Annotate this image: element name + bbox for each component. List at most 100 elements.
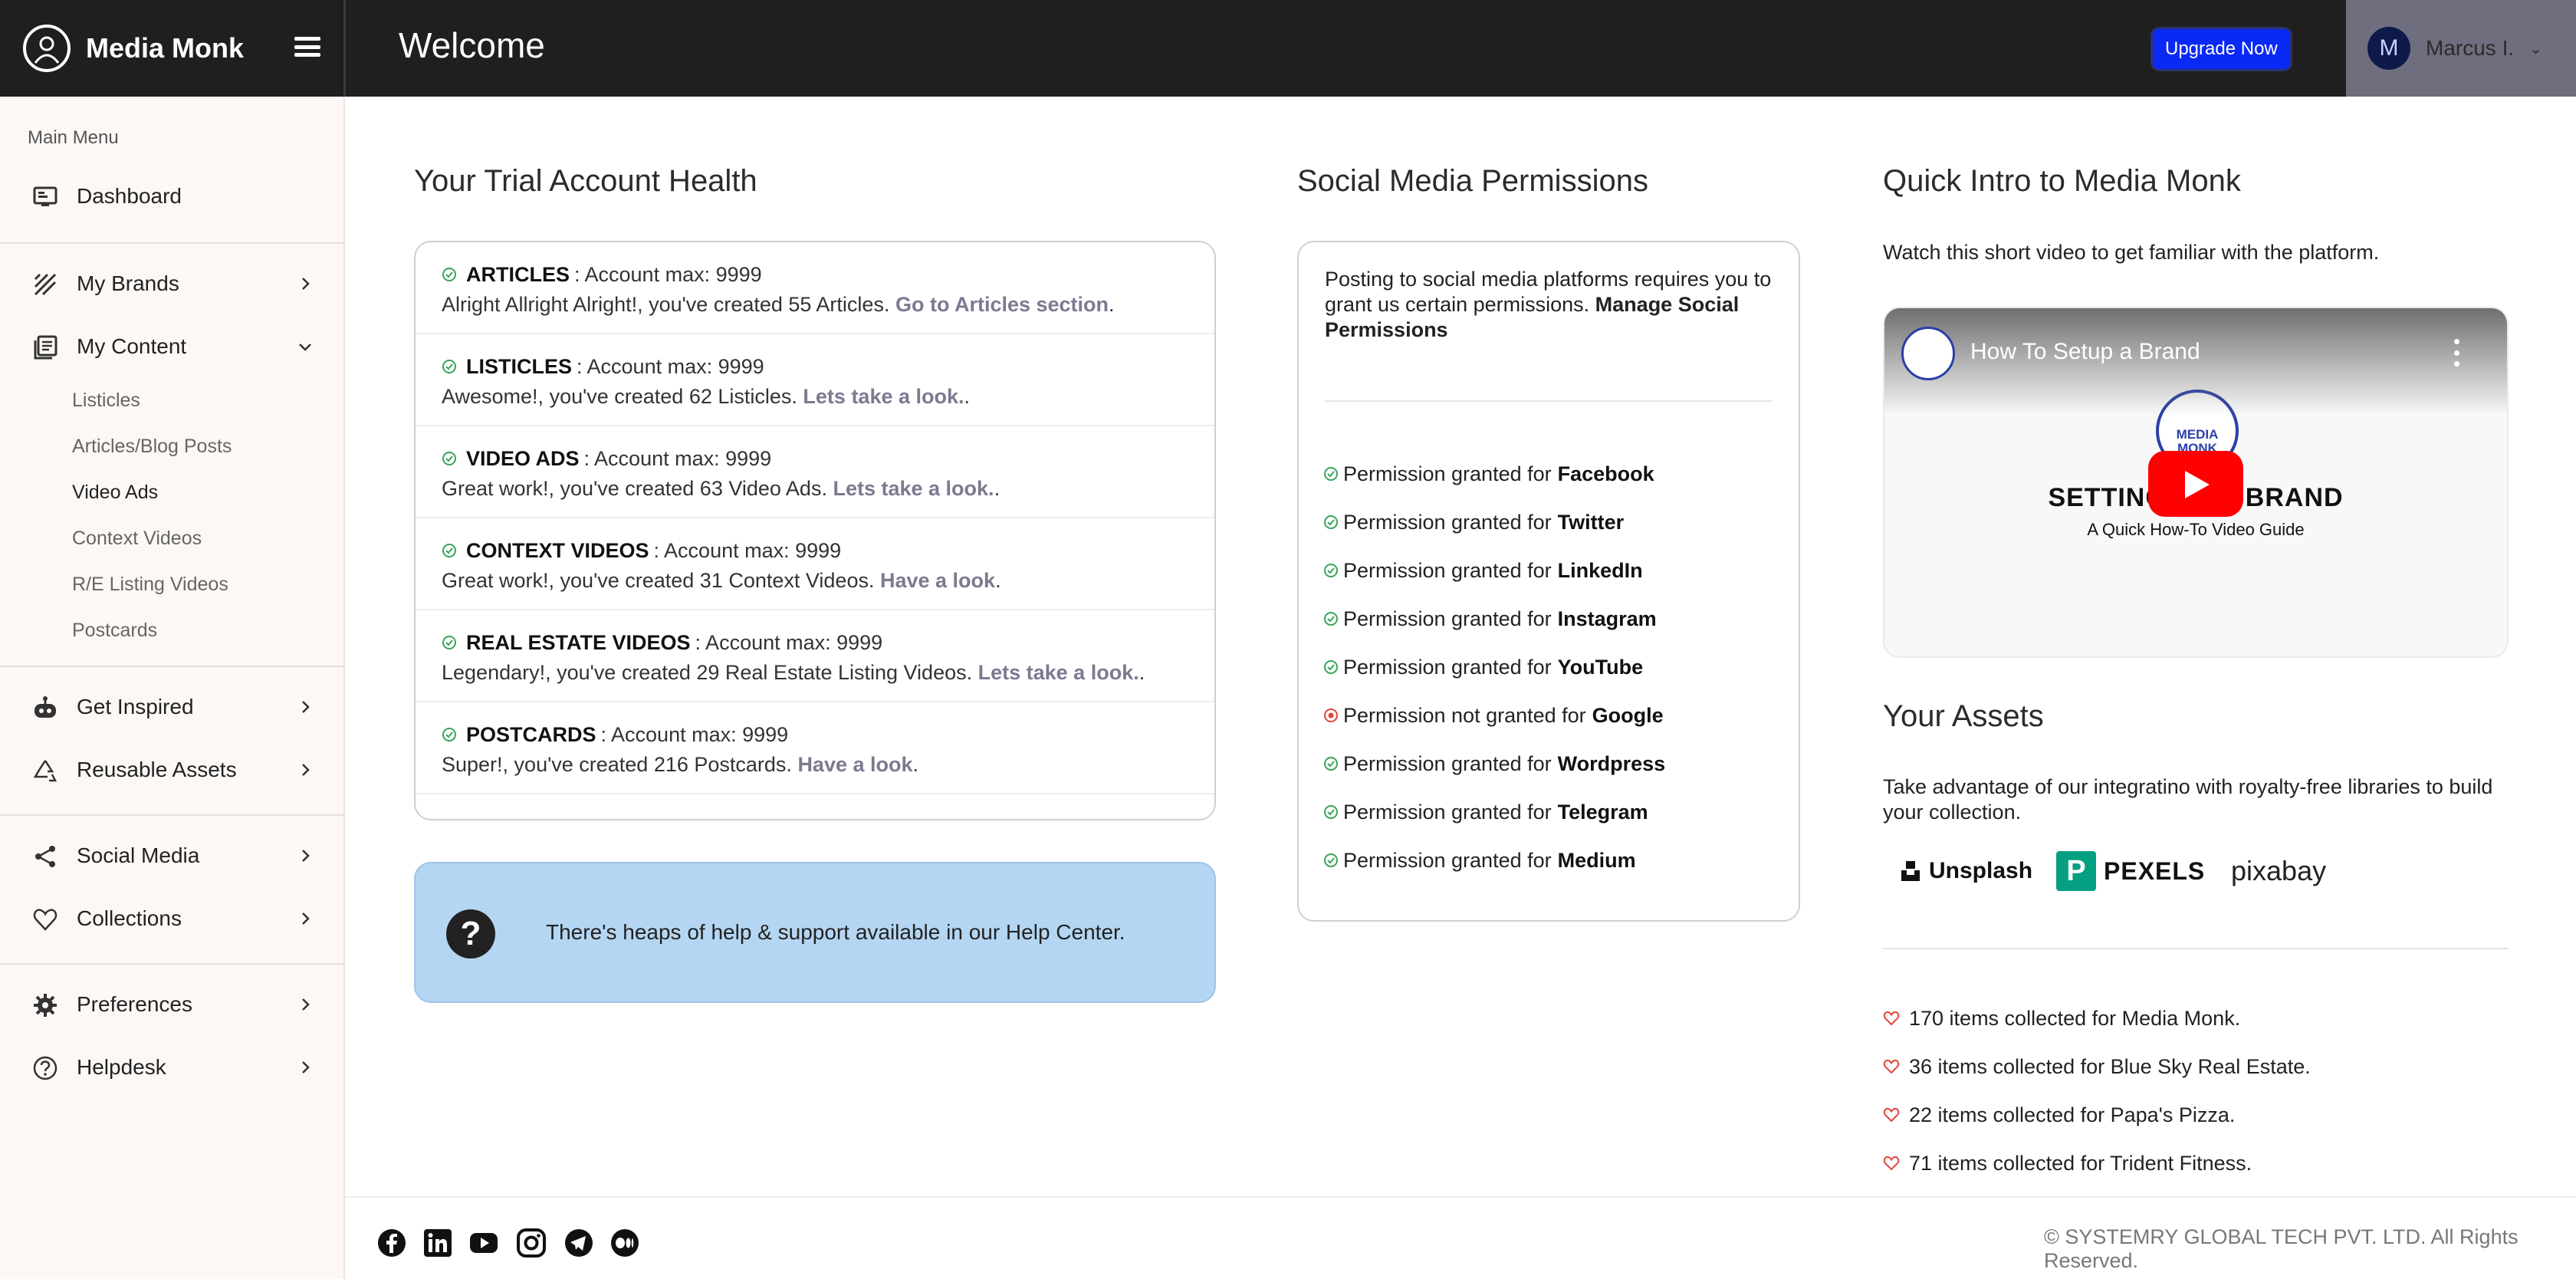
- check-circle-icon: [1324, 757, 1338, 771]
- sidebar-item-preferences[interactable]: Preferences: [0, 980, 345, 1029]
- permission-text: Permission granted for: [1343, 607, 1552, 630]
- user-menu[interactable]: M Marcus I. ⌄: [2346, 0, 2576, 97]
- chevron-right-icon: [302, 278, 310, 290]
- check-circle-icon: [1324, 515, 1338, 529]
- articles-link[interactable]: Go to Articles section: [895, 293, 1109, 316]
- facebook-icon[interactable]: [377, 1228, 406, 1258]
- health-row-articles: ARTICLES: Account max: 9999 Alright Allr…: [416, 242, 1214, 334]
- pexels-icon: P: [2056, 851, 2096, 891]
- collection-row[interactable]: 36 items collected for Blue Sky Real Est…: [1883, 1051, 2311, 1082]
- pexels-logo[interactable]: P PEXELS: [2056, 850, 2205, 893]
- help-center-banner[interactable]: ? There's heaps of help & support availa…: [414, 862, 1216, 1003]
- health-row-listicles: LISTICLES: Account max: 9999 Awesome!, y…: [416, 334, 1214, 426]
- medium-icon[interactable]: [610, 1228, 639, 1258]
- menu-heading: Main Menu: [28, 127, 119, 148]
- sidebar-item-dashboard[interactable]: Dashboard: [0, 172, 345, 221]
- sidebar-item-social-media[interactable]: Social Media: [0, 831, 345, 880]
- page-title: Welcome: [399, 25, 545, 65]
- sidebar-item-label: Social Media: [77, 843, 200, 867]
- sidebar-sub-postcards[interactable]: Postcards: [72, 620, 157, 642]
- permission-platform: LinkedIn: [1557, 558, 1643, 582]
- chevron-right-icon: [302, 1061, 310, 1074]
- intro-video-player[interactable]: MEDIAMONK SETTING UP A BRAND A Quick How…: [1883, 307, 2509, 658]
- postcards-link[interactable]: Have a look: [797, 753, 912, 776]
- sidebar-sub-articles[interactable]: Articles/Blog Posts: [72, 436, 232, 458]
- sidebar-divider: [0, 814, 345, 816]
- instagram-icon[interactable]: [517, 1228, 546, 1258]
- linkedin-icon[interactable]: [423, 1228, 452, 1258]
- sidebar-item-label: Collections: [77, 906, 182, 930]
- permission-platform: Medium: [1557, 848, 1636, 872]
- pexels-label: PEXELS: [2104, 857, 2206, 885]
- real-estate-videos-link[interactable]: Lets take a look.: [978, 661, 1139, 684]
- health-title: Your Trial Account Health: [414, 164, 757, 198]
- question-icon: [33, 1056, 58, 1080]
- check-circle-icon: [1324, 853, 1338, 867]
- upgrade-button[interactable]: Upgrade Now: [2153, 29, 2290, 69]
- permission-platform: YouTube: [1557, 655, 1644, 679]
- health-row-postcards: POSTCARDS: Account max: 9999 Super!, you…: [416, 702, 1214, 794]
- sidebar-item-get-inspired[interactable]: Get Inspired: [0, 682, 345, 732]
- sidebar-item-reusable-assets[interactable]: Reusable Assets: [0, 745, 345, 794]
- permission-platform: Instagram: [1557, 607, 1657, 630]
- pixabay-logo[interactable]: pixabay: [2231, 850, 2326, 893]
- more-options-icon[interactable]: [2452, 339, 2461, 367]
- video-title[interactable]: How To Setup a Brand: [1970, 339, 2200, 365]
- sidebar-sub-listicles[interactable]: Listicles: [72, 390, 140, 412]
- collection-row[interactable]: 22 items collected for Papa's Pizza.: [1883, 1100, 2235, 1130]
- sidebar-sub-video-ads[interactable]: Video Ads: [72, 482, 158, 504]
- brand[interactable]: Media Monk: [23, 25, 244, 72]
- content-type: CONTEXT VIDEOS: [466, 538, 649, 562]
- play-button[interactable]: [2148, 451, 2243, 517]
- permission-text: Permission granted for: [1343, 462, 1552, 485]
- video-ads-link[interactable]: Lets take a look.: [833, 477, 994, 500]
- sidebar-item-helpdesk[interactable]: Helpdesk: [0, 1043, 345, 1092]
- context-videos-link[interactable]: Have a look: [880, 569, 995, 592]
- punctuation: .: [912, 753, 919, 776]
- health-card: ARTICLES: Account max: 9999 Alright Allr…: [414, 241, 1216, 820]
- account-max: : Account max: 9999: [577, 354, 764, 378]
- sidebar-item-my-brands[interactable]: My Brands: [0, 259, 345, 308]
- sidebar-item-label: Preferences: [77, 992, 192, 1016]
- permission-text: Permission granted for: [1343, 655, 1552, 679]
- denied-circle-icon: [1324, 709, 1338, 722]
- sidebar-item-label: Dashboard: [77, 184, 182, 208]
- permission-row: Permission granted for YouTube: [1323, 652, 1643, 682]
- check-circle-icon: [442, 544, 456, 557]
- chevron-right-icon: [302, 701, 310, 713]
- sidebar-sub-context-videos[interactable]: Context Videos: [72, 528, 202, 550]
- pixabay-label: pixabay: [2231, 855, 2327, 886]
- channel-avatar-icon[interactable]: [1901, 327, 1955, 380]
- hamburger-menu-icon[interactable]: [294, 34, 320, 60]
- health-message: Alright Allright Alright!, you've create…: [442, 293, 890, 316]
- collection-row[interactable]: 170 items collected for Media Monk.: [1883, 1003, 2240, 1034]
- permissions-intro: Posting to social media platforms requir…: [1325, 267, 1773, 343]
- account-max: : Account max: 9999: [583, 446, 772, 470]
- sidebar-item-collections[interactable]: Collections: [0, 894, 345, 943]
- permission-platform: Twitter: [1557, 510, 1625, 534]
- listicles-link[interactable]: Lets take a look.: [803, 385, 964, 408]
- chevron-right-icon: [302, 850, 310, 862]
- divider: [1883, 948, 2509, 949]
- health-message: Legendary!, you've created 29 Real Estat…: [442, 661, 973, 684]
- heart-icon: [1883, 1011, 1900, 1026]
- health-message: Great work!, you've created 63 Video Ads…: [442, 477, 827, 500]
- video-subheading: A Quick How-To Video Guide: [2087, 520, 2305, 539]
- heart-icon: [1883, 1107, 1900, 1123]
- heart-icon: [1883, 1059, 1900, 1074]
- telegram-icon[interactable]: [564, 1228, 593, 1258]
- unsplash-logo[interactable]: Unsplash: [1900, 850, 2032, 893]
- collection-row[interactable]: 71 items collected for Trident Fitness.: [1883, 1148, 2252, 1179]
- sidebar-sub-re-listing-videos[interactable]: R/E Listing Videos: [72, 574, 228, 596]
- check-circle-icon: [442, 360, 456, 373]
- sidebar-divider: [0, 963, 345, 965]
- brand-name: Media Monk: [86, 32, 245, 64]
- sidebar: Main Menu Dashboard My Brands My Content…: [0, 97, 345, 1279]
- youtube-icon[interactable]: [469, 1228, 498, 1258]
- sidebar-item-my-content[interactable]: My Content: [0, 322, 345, 371]
- robot-icon: [34, 696, 56, 718]
- heart-icon: [33, 909, 58, 931]
- chevron-right-icon: [302, 912, 310, 925]
- sidebar-item-label: My Content: [77, 334, 187, 358]
- punctuation: .: [1138, 661, 1145, 684]
